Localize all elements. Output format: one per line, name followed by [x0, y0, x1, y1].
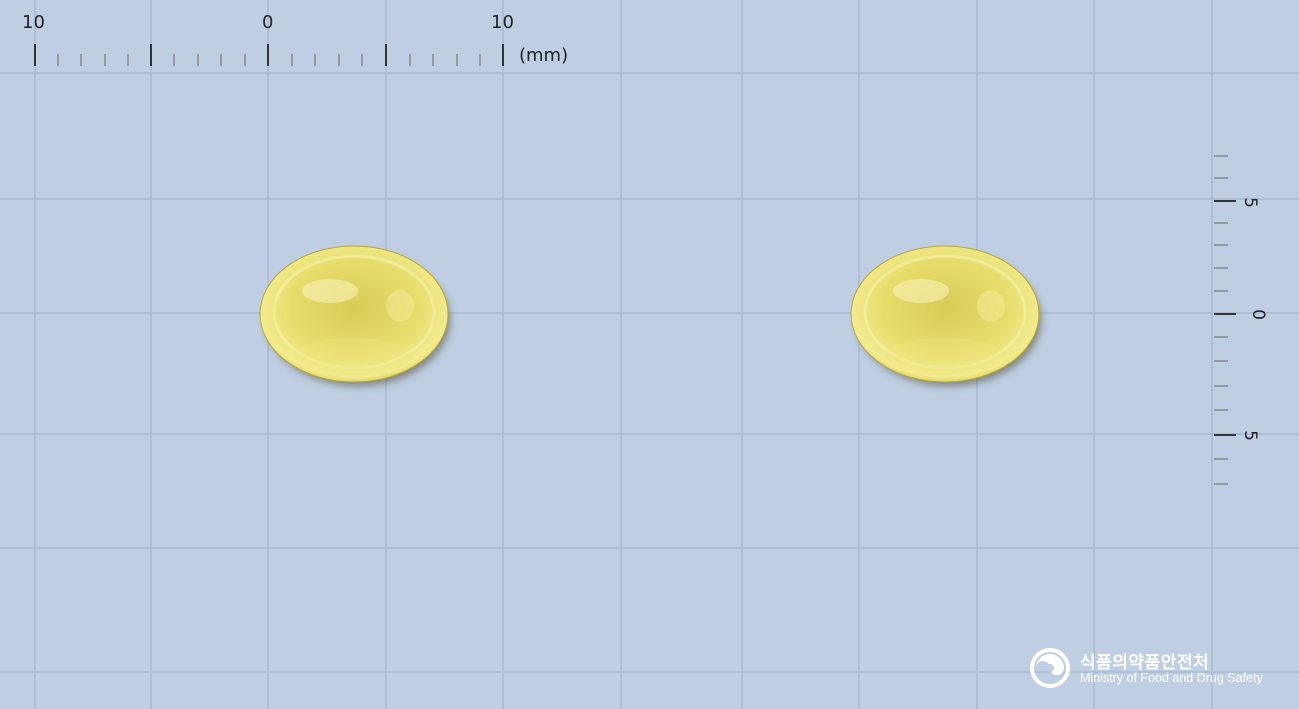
logo-english-text: Ministry of Food and Drug Safety — [1080, 671, 1263, 685]
top-ruler-label-right: 10 — [491, 12, 514, 33]
logo-korean-text: 식품의약품안전처 — [1080, 653, 1210, 673]
capsule-back-view — [850, 245, 1041, 386]
mfds-emblem-icon — [1030, 648, 1070, 688]
right-ruler-label-top: 5 — [1239, 197, 1260, 208]
top-ruler-label-left: 10 — [22, 12, 45, 33]
right-ruler — [1214, 200, 1236, 436]
mfds-logo: 식품의약품안전처 Ministry of Food and Drug Safet… — [1030, 646, 1290, 690]
top-ruler-unit: (mm) — [519, 45, 569, 66]
top-ruler-label-center: 0 — [262, 12, 274, 33]
right-ruler-label-center: 0 — [1247, 309, 1268, 320]
right-ruler-label-bottom: 5 — [1239, 430, 1260, 441]
capsule-front-view — [259, 245, 450, 386]
measurement-grid — [0, 0, 1299, 709]
